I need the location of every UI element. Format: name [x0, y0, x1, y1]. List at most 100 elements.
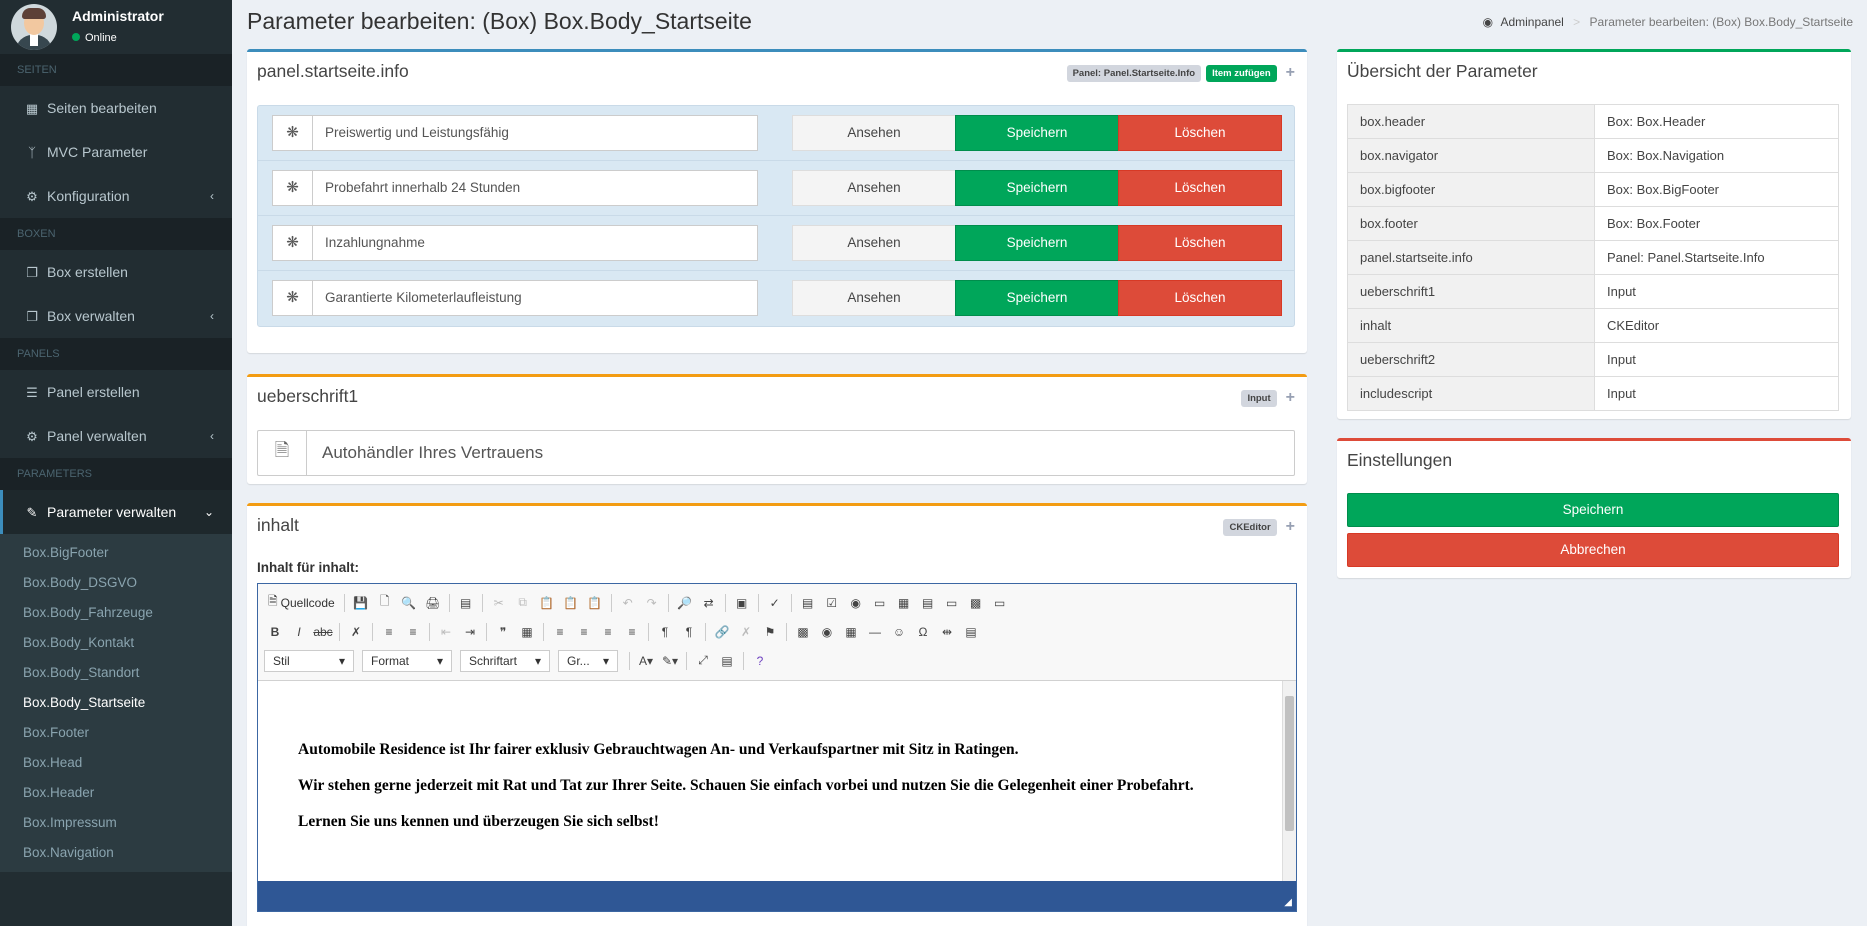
style-select[interactable]: Stil ▾: [264, 649, 354, 672]
view-button[interactable]: Ansehen: [792, 225, 956, 261]
save-button[interactable]: Speichern: [955, 170, 1119, 206]
editor-content[interactable]: Automobile Residence ist Ihr fairer exkl…: [258, 681, 1296, 881]
image-button-icon[interactable]: ▩: [965, 592, 987, 614]
size-select[interactable]: Gr... ▾: [558, 649, 618, 672]
source-button[interactable]: 🗎 Quellcode: [264, 592, 339, 613]
item-input[interactable]: ❋ Preiswertig und Leistungsfähig: [272, 115, 758, 151]
hidden-field-icon[interactable]: ▭: [989, 592, 1011, 614]
sidebar-item-mvc-parameter[interactable]: ᛉ MVC Parameter: [0, 130, 232, 174]
preview-icon[interactable]: 🔍: [398, 592, 420, 614]
expand-plus-icon[interactable]: +: [1286, 518, 1295, 536]
sidebar-item-box-erstellen[interactable]: ❐ Box erstellen: [0, 250, 232, 294]
flash-icon[interactable]: ◉: [816, 621, 838, 643]
outdent-icon[interactable]: ⇤: [435, 621, 457, 643]
view-button[interactable]: Ansehen: [792, 115, 956, 151]
bold-icon[interactable]: B: [264, 621, 286, 643]
item-input[interactable]: ❋ Garantierte Kilometerlaufleistung: [272, 280, 758, 316]
cancel-button[interactable]: Abbrechen: [1347, 533, 1839, 567]
checkbox-icon[interactable]: ☑: [821, 592, 843, 614]
submenu-item[interactable]: Box.Body_Kontakt: [0, 628, 232, 658]
submenu-item[interactable]: Box.Body_Standort: [0, 658, 232, 688]
expand-plus-icon[interactable]: +: [1286, 389, 1295, 407]
sidebar-item-konfiguration[interactable]: ⚙ Konfiguration ‹: [0, 174, 232, 218]
submenu-item[interactable]: Box.Body_DSGVO: [0, 568, 232, 598]
link-icon[interactable]: 🔗: [711, 621, 733, 643]
button-field-icon[interactable]: ▭: [941, 592, 963, 614]
indent-icon[interactable]: ⇥: [459, 621, 481, 643]
bg-color-icon[interactable]: ✎▾: [659, 650, 681, 672]
delete-button[interactable]: Löschen: [1118, 225, 1282, 261]
align-justify-icon[interactable]: ≡: [621, 621, 643, 643]
save-button[interactable]: Speichern: [955, 115, 1119, 151]
submenu-item[interactable]: Box.Footer: [0, 718, 232, 748]
format-select[interactable]: Format ▾: [362, 649, 452, 672]
unlink-icon[interactable]: ✗: [735, 621, 757, 643]
delete-button[interactable]: Löschen: [1118, 280, 1282, 316]
select-all-icon[interactable]: ▣: [731, 592, 753, 614]
show-blocks-icon[interactable]: ▤: [716, 650, 738, 672]
sidebar-item-seiten-bearbeiten[interactable]: ▦ Seiten bearbeiten: [0, 86, 232, 130]
maximize-icon[interactable]: ⤢: [692, 650, 714, 672]
submenu-item[interactable]: Box.Navigation: [0, 838, 232, 868]
save-button[interactable]: Speichern: [955, 225, 1119, 261]
submenu-item[interactable]: Box.Header: [0, 778, 232, 808]
div-icon[interactable]: ▦: [516, 621, 538, 643]
templates-icon[interactable]: ▤: [455, 592, 477, 614]
editor-scrollbar[interactable]: [1282, 681, 1296, 881]
item-input[interactable]: ❋ Probefahrt innerhalb 24 Stunden: [272, 170, 758, 206]
resize-handle-icon[interactable]: ◢: [1284, 897, 1292, 908]
blockquote-icon[interactable]: ❞: [492, 621, 514, 643]
submenu-item[interactable]: Box.Body_Fahrzeuge: [0, 598, 232, 628]
table-icon[interactable]: ▦: [840, 621, 862, 643]
spellcheck-icon[interactable]: ✓: [764, 592, 786, 614]
help-icon[interactable]: ?: [749, 650, 771, 672]
paste-text-icon[interactable]: 📋: [560, 592, 582, 614]
undo-icon[interactable]: ↶: [617, 592, 639, 614]
image-icon[interactable]: ▩: [792, 621, 814, 643]
submenu-item[interactable]: Box.BigFooter: [0, 538, 232, 568]
radio-icon[interactable]: ◉: [845, 592, 867, 614]
paste-icon[interactable]: 📋: [536, 592, 558, 614]
remove-format-icon[interactable]: ✗: [345, 621, 367, 643]
textarea-icon[interactable]: ▦: [893, 592, 915, 614]
special-char-icon[interactable]: Ω: [912, 621, 934, 643]
sidebar-item-box-verwalten[interactable]: ❐ Box verwalten ‹: [0, 294, 232, 338]
replace-icon[interactable]: ⇄: [698, 592, 720, 614]
sidebar-item-parameter-verwalten[interactable]: ✎ Parameter verwalten ⌄: [0, 490, 232, 534]
page-break-icon[interactable]: ⇹: [936, 621, 958, 643]
item-input[interactable]: ❋ Inzahlungnahme: [272, 225, 758, 261]
iframe-icon[interactable]: ▤: [960, 621, 982, 643]
add-item-button[interactable]: Item zufügen: [1206, 64, 1277, 82]
font-select[interactable]: Schriftart ▾: [460, 649, 550, 672]
redo-icon[interactable]: ↷: [641, 592, 663, 614]
form-icon[interactable]: ▤: [797, 592, 819, 614]
horizontal-rule-icon[interactable]: ―: [864, 621, 886, 643]
copy-icon[interactable]: ⧉: [512, 592, 534, 614]
text-color-icon[interactable]: A▾: [635, 650, 657, 672]
textfield-icon[interactable]: ▭: [869, 592, 891, 614]
italic-icon[interactable]: I: [288, 621, 310, 643]
align-center-icon[interactable]: ≡: [573, 621, 595, 643]
smiley-icon[interactable]: ☺: [888, 621, 910, 643]
numbered-list-icon[interactable]: ≡: [378, 621, 400, 643]
save-icon[interactable]: 💾: [350, 592, 372, 614]
save-settings-button[interactable]: Speichern: [1347, 493, 1839, 527]
sidebar-item-panel-erstellen[interactable]: ☰ Panel erstellen: [0, 370, 232, 414]
paste-word-icon[interactable]: 📋: [584, 592, 606, 614]
print-icon[interactable]: 🖨: [422, 592, 444, 614]
view-button[interactable]: Ansehen: [792, 170, 956, 206]
expand-plus-icon[interactable]: +: [1286, 64, 1295, 82]
delete-button[interactable]: Löschen: [1118, 170, 1282, 206]
delete-button[interactable]: Löschen: [1118, 115, 1282, 151]
strike-icon[interactable]: abc: [312, 621, 334, 643]
view-button[interactable]: Ansehen: [792, 280, 956, 316]
scrollbar-thumb[interactable]: [1285, 696, 1294, 831]
sidebar-item-panel-verwalten[interactable]: ⚙ Panel verwalten ‹: [0, 414, 232, 458]
submenu-item[interactable]: Box.Head: [0, 748, 232, 778]
breadcrumb-home[interactable]: Adminpanel: [1500, 15, 1563, 29]
align-left-icon[interactable]: ≡: [549, 621, 571, 643]
submenu-item[interactable]: Box.Impressum: [0, 808, 232, 838]
save-button[interactable]: Speichern: [955, 280, 1119, 316]
align-right-icon[interactable]: ≡: [597, 621, 619, 643]
new-page-icon[interactable]: 🗋: [374, 592, 396, 614]
